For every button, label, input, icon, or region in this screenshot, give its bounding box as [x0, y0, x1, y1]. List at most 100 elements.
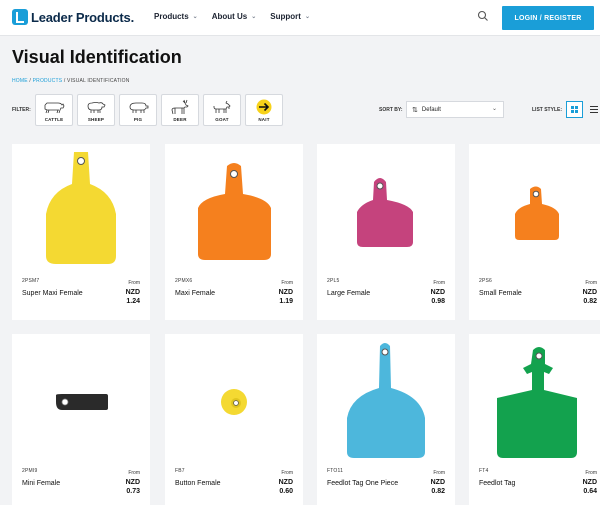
filter-goat[interactable]: GOAT	[203, 94, 241, 126]
product-name[interactable]: Large Female	[327, 288, 422, 299]
login-register-button[interactable]: LOGIN / REGISTER	[502, 6, 594, 30]
price-from-label: From	[281, 470, 293, 476]
grid-view-button[interactable]	[566, 101, 583, 118]
nav-item-label: Products	[154, 12, 189, 21]
nav-item-label: About Us	[211, 12, 248, 21]
chevron-down-icon: ⌄	[192, 14, 198, 20]
product-name[interactable]: Small Female	[479, 288, 574, 299]
price-from-label: From	[128, 470, 140, 476]
product-price: 0.98	[431, 298, 445, 305]
list-icon-line	[589, 108, 598, 111]
price-from-label: From	[585, 280, 597, 286]
product-card[interactable]: 2PSM7 Super Maxi Female From NZD 1.24	[12, 144, 150, 320]
price-currency: NZD	[125, 479, 140, 486]
product-sku: 2PMX6	[175, 278, 193, 284]
product-card[interactable]: 2PMX6 Maxi Female From NZD 1.19	[165, 144, 303, 320]
page-title: Visual Identification	[12, 47, 182, 67]
chevron-down-icon: ⌄	[491, 106, 497, 112]
filter-pig[interactable]: PIG	[119, 94, 157, 126]
product-price: 0.82	[431, 488, 445, 495]
nav-item-products[interactable]: Products ⌄	[154, 12, 198, 21]
product-sku: 2PMI9	[22, 468, 38, 474]
filter-sheep[interactable]: SHEEP	[77, 94, 115, 126]
filter-label-text: SHEEP	[87, 116, 105, 122]
product-name[interactable]: Mini Female	[22, 478, 117, 489]
filter-label-text: GOAT	[215, 116, 229, 122]
filter-group: CATTLE SHEEP PIG DEER GOAT NAIT	[35, 94, 283, 126]
breadcrumb-current: VISUAL IDENTIFICATION	[67, 78, 130, 84]
price-from-label: From	[433, 470, 445, 476]
sheep-icon	[87, 101, 106, 113]
product-sku: 2PS6	[479, 278, 493, 284]
price-from-label: From	[128, 280, 140, 286]
button-female-tag-image	[221, 389, 247, 415]
price-from-label: From	[585, 470, 597, 476]
product-card[interactable]: FTO11 Feedlot Tag One Piece From NZD 0.8…	[317, 334, 455, 505]
product-sku: FTO11	[327, 468, 344, 474]
product-price: 0.82	[583, 298, 597, 305]
deer-icon	[171, 99, 189, 114]
product-name[interactable]: Feedlot Tag	[479, 478, 574, 489]
product-card[interactable]: FB7 Button Female From NZD 0.60	[165, 334, 303, 505]
logo-text: Leader Products.	[31, 9, 134, 25]
product-card[interactable]: FT4 Feedlot Tag From NZD 0.64	[469, 334, 600, 505]
product-card[interactable]: 2PMI9 Mini Female From NZD 0.73	[12, 334, 150, 505]
sort-label: SORT BY:	[379, 107, 403, 113]
nav-item-about-us[interactable]: About Us ⌄	[212, 12, 257, 21]
product-name[interactable]: Feedlot Tag One Piece	[327, 478, 422, 489]
large-female-tag-image	[357, 178, 413, 247]
sort-order-icon: ⇅	[412, 106, 418, 114]
nait-arrow-icon	[256, 99, 272, 114]
list-view-button[interactable]	[587, 101, 600, 118]
price-currency: NZD	[278, 289, 293, 296]
filter-cattle[interactable]: CATTLE	[35, 94, 73, 126]
product-card[interactable]: 2PL5 Large Female From NZD 0.98	[317, 144, 455, 320]
product-price: 0.60	[279, 488, 293, 495]
grid-icon	[571, 106, 578, 113]
main-nav: Products ⌄ About Us ⌄ Support ⌄	[154, 12, 310, 21]
nav-item-support[interactable]: Support ⌄	[270, 12, 310, 21]
filter-label-text: NAIT	[258, 116, 270, 122]
product-price: 0.73	[126, 488, 140, 495]
cattle-icon	[44, 102, 65, 113]
pig-icon	[129, 102, 149, 113]
filter-nait[interactable]: NAIT	[245, 94, 283, 126]
price-from-label: From	[281, 280, 293, 286]
logo-mark-icon	[12, 9, 28, 25]
chevron-down-icon: ⌄	[251, 14, 257, 20]
price-currency: NZD	[582, 289, 597, 296]
product-sku: FB7	[175, 468, 185, 474]
breadcrumb: HOME / PRODUCTS / VISUAL IDENTIFICATION	[12, 78, 130, 84]
product-sku: 2PL5	[327, 278, 340, 284]
sort-value: Default	[421, 106, 441, 113]
filter-label-text: CATTLE	[44, 116, 64, 122]
top-navigation-bar: Leader Products. Products ⌄ About Us ⌄ Sup…	[0, 0, 600, 36]
feedlot-tag-image	[497, 347, 577, 458]
breadcrumb-products[interactable]: PRODUCTS	[33, 78, 63, 84]
list-style-label: LIST STYLE:	[532, 107, 562, 113]
mini-female-tag-image	[56, 394, 108, 410]
brand-logo[interactable]: Leader Products.	[12, 9, 134, 25]
list-icon-line	[589, 111, 598, 113]
chevron-down-icon: ⌄	[304, 14, 310, 20]
nav-item-label: Support	[270, 12, 301, 21]
price-from-label: From	[433, 280, 445, 286]
search-icon[interactable]	[477, 10, 489, 22]
price-currency: NZD	[430, 479, 445, 486]
product-price: 1.24	[126, 298, 140, 305]
sort-dropdown[interactable]: ⇅ Default ⌄	[406, 101, 504, 118]
super-maxi-female-tag-image	[46, 152, 116, 264]
filter-label-text: PIG	[133, 116, 143, 122]
product-name[interactable]: Maxi Female	[175, 288, 270, 299]
product-price: 1.19	[279, 298, 293, 305]
price-currency: NZD	[125, 289, 140, 296]
filter-deer[interactable]: DEER	[161, 94, 199, 126]
product-name[interactable]: Super Maxi Female	[22, 288, 117, 299]
product-card[interactable]: 2PS6 Small Female From NZD 0.82	[469, 144, 600, 320]
price-currency: NZD	[582, 479, 597, 486]
filter-label-text: DEER	[173, 116, 187, 122]
product-name[interactable]: Button Female	[175, 478, 270, 489]
maxi-female-tag-image	[198, 163, 271, 260]
filter-label: FILTER:	[12, 107, 31, 113]
breadcrumb-home[interactable]: HOME	[12, 78, 28, 84]
